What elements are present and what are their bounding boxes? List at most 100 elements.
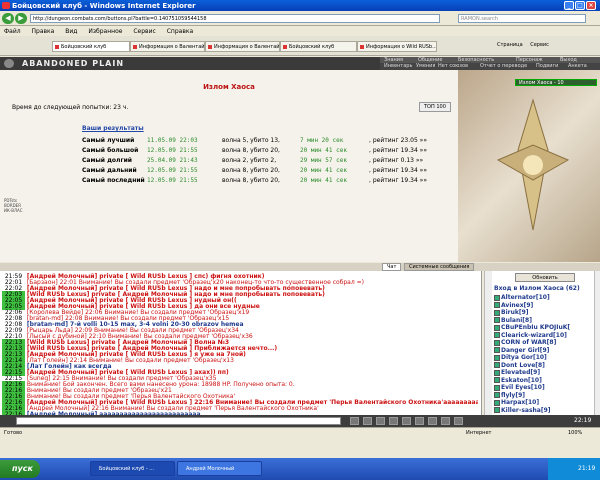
menu-tools[interactable]: Сервис — [133, 28, 155, 35]
game-clock: 22:19 — [574, 417, 592, 424]
user-name[interactable]: Bulani[8] — [501, 317, 532, 324]
clan-flag-icon — [494, 302, 500, 308]
translit-icon[interactable] — [428, 417, 437, 425]
chaos-crystal-art — [496, 98, 570, 231]
chat-log: 21:59 [Андрей Молочный] private [ Wild R… — [0, 271, 482, 415]
user-name[interactable]: Dont Love[8] — [501, 362, 545, 369]
menu-file[interactable]: Файл — [4, 28, 21, 35]
clear-icon[interactable] — [376, 417, 385, 425]
nav-no-unions[interactable]: Нет союзов — [438, 63, 468, 69]
top100-button[interactable]: ТОП 100 — [419, 102, 451, 112]
user-name[interactable]: Harpax[10] — [501, 399, 539, 406]
tray-clock: 21:19 — [578, 465, 596, 472]
window-title-bar: Бойцовский клуб - Windows Internet Explo… — [0, 0, 600, 11]
maximize-button[interactable]: □ — [575, 1, 585, 10]
user-name[interactable]: CORN of WAR[8] — [501, 339, 556, 346]
menu-bar: Файл Правка Вид Избранное Сервис Справка — [0, 26, 600, 36]
refresh-button[interactable]: Обновить — [515, 273, 575, 282]
tab-combats-2[interactable]: Бойцовский клуб — [280, 41, 357, 52]
clan-flag-icon — [494, 354, 500, 361]
tab-system-messages[interactable]: Системные сообщения — [404, 263, 475, 271]
user-name[interactable]: Clearick-wizard[10] — [501, 332, 567, 339]
filter-icon[interactable] — [389, 417, 398, 425]
user-name[interactable]: Eskaton[10] — [501, 377, 542, 384]
window-title: Бойцовский клуб - Windows Internet Explo… — [12, 2, 196, 10]
clan-flag-icon — [494, 324, 500, 331]
nav-profile[interactable]: Анкета — [568, 63, 587, 69]
status-bar: Готово Интернет 100% — [0, 427, 600, 438]
user-name[interactable]: Killer-sasha[9] — [501, 407, 551, 414]
user-name[interactable]: Danger Girl[9] — [501, 347, 549, 354]
user-name[interactable]: flyly[9] — [501, 392, 525, 399]
user-list-scrollbar[interactable] — [594, 271, 600, 415]
user-list-panel: Обновить Вход в Излом Хаоса (62) Alterna… — [492, 271, 600, 415]
page-menu[interactable]: Страница — [497, 42, 523, 48]
clan-flag-icon — [494, 369, 500, 376]
chat-scrollbar[interactable] — [484, 271, 492, 415]
desktop-gap — [0, 438, 600, 458]
page-title: Излом Хаоса — [203, 83, 255, 91]
color-icon[interactable] — [454, 417, 463, 425]
tab-bar: Бойцовский клуб Информация о Валентай...… — [0, 36, 600, 56]
close-button[interactable]: × — [586, 1, 596, 10]
start-button[interactable]: пуск — [0, 460, 40, 478]
chat-tab-strip — [0, 263, 600, 271]
user-name[interactable]: Elevated[9] — [501, 369, 540, 376]
forward-button[interactable]: ▶ — [15, 13, 27, 24]
next-try-text: Время до следующей попытки: 23 ч. — [12, 104, 129, 111]
chat-input-bar: 22:19 — [0, 415, 600, 427]
menu-edit[interactable]: Правка — [32, 28, 55, 35]
results-title[interactable]: Ваши результаты — [82, 125, 144, 132]
send-icon[interactable] — [350, 417, 359, 425]
back-button[interactable]: ◀ — [2, 13, 14, 24]
clan-flag-icon — [494, 294, 500, 301]
task-combats[interactable]: Бойцовский клуб - ... — [90, 461, 175, 476]
clan-flag-icon — [494, 407, 500, 413]
tab-combats-1[interactable]: Бойцовский клуб — [52, 41, 130, 52]
clan-flag-icon — [494, 339, 500, 346]
user-name[interactable]: Alternator[10] — [501, 294, 550, 301]
user-name[interactable]: Avinex[9] — [501, 302, 533, 309]
clan-flag-icon — [494, 399, 500, 406]
chat-input[interactable] — [16, 417, 341, 425]
user-name[interactable]: CBuPEnbIu KPOJIuK[ — [501, 324, 570, 331]
tab-info-3[interactable]: Информация о Wild RUSb... — [357, 41, 437, 52]
tab-info-1[interactable]: Информация о Валентай... — [130, 41, 205, 52]
clan-flag-icon — [494, 377, 500, 383]
tab-chat[interactable]: Чат — [382, 263, 402, 271]
tools-menu[interactable]: Сервис — [530, 42, 549, 48]
clan-flag-icon — [494, 384, 500, 391]
font-icon[interactable] — [441, 417, 450, 425]
clan-flag-icon — [494, 309, 500, 316]
system-tray: 21:19 — [548, 458, 600, 480]
nav-deeds[interactable]: Подвиги — [536, 63, 558, 69]
sound-icon[interactable] — [415, 417, 424, 425]
side-stats: PDTsts BORDER ИК-ВЛАС — [4, 198, 23, 213]
tab-info-2[interactable]: Информация о Валентай... — [205, 41, 280, 52]
status-text: Готово — [4, 430, 23, 436]
brand-name: ABANDONED PLAIN — [22, 59, 125, 68]
minimize-button[interactable]: _ — [564, 1, 574, 10]
user-name[interactable]: Evil Eyes[10] — [501, 384, 545, 391]
menu-view[interactable]: Вид — [65, 28, 77, 35]
address-bar: ◀ ▶ http://dungeon.combats.com/buttons.p… — [0, 11, 600, 26]
settings-icon[interactable] — [402, 417, 411, 425]
nav-transfer-report[interactable]: Отчет о переводе — [480, 63, 527, 69]
smile-icon[interactable] — [363, 417, 372, 425]
search-input[interactable]: RAMON.search — [458, 14, 586, 23]
clan-flag-icon — [494, 317, 500, 323]
nav-inventory[interactable]: Инвентарь — [384, 63, 412, 69]
game-logo-icon — [4, 59, 14, 68]
toolbar-right: Страница Сервис — [497, 42, 549, 48]
menu-favorites[interactable]: Избранное — [88, 28, 122, 35]
clan-flag-icon — [494, 347, 500, 353]
menu-help[interactable]: Справка — [167, 28, 193, 35]
user-name[interactable]: Ditya Gor[10] — [501, 354, 547, 361]
zoom-text[interactable]: 100% — [568, 430, 582, 436]
user-list-item[interactable]: Killer-sasha[9] — [494, 407, 551, 415]
user-name[interactable]: Biruk[9] — [501, 309, 529, 316]
address-input[interactable]: http://dungeon.combats.com/buttons.pl?ba… — [30, 14, 440, 23]
clan-flag-icon — [494, 362, 500, 368]
nav-skills[interactable]: Умения — [416, 63, 435, 69]
task-andrey[interactable]: Андрей Молочный — [177, 461, 262, 476]
